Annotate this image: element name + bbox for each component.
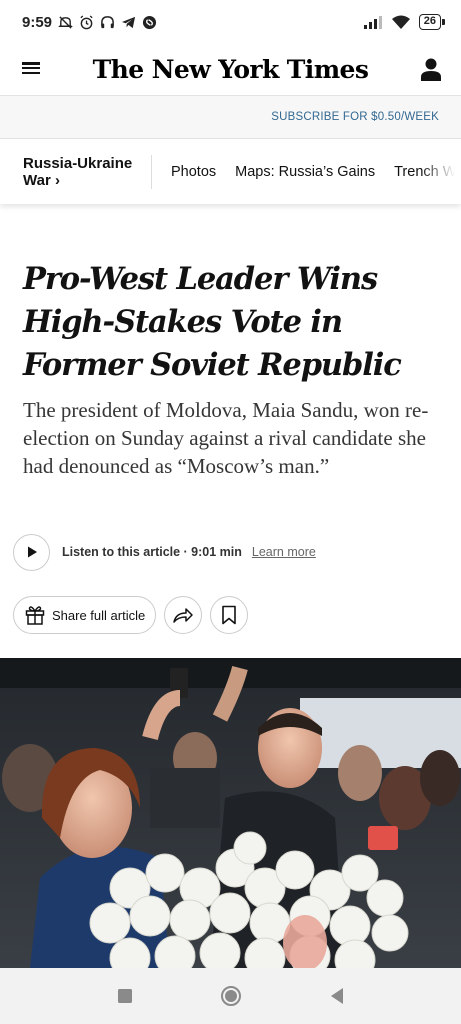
mute-icon — [58, 15, 73, 29]
section-title-line2: War › — [23, 172, 60, 189]
play-icon — [27, 546, 37, 558]
share-arrow-icon — [173, 608, 193, 623]
hamburger-menu-icon[interactable] — [22, 60, 40, 76]
subscribe-link[interactable]: SUBSCRIBE FOR $0.50/WEEK — [271, 111, 439, 123]
wifi-icon — [391, 15, 410, 29]
share-full-article-button[interactable]: Share full article — [13, 596, 157, 634]
article-headline: Pro-West Leader Wins High-Stakes Vote in… — [23, 261, 402, 383]
status-bar: 9:59 26 — [0, 0, 461, 44]
gift-icon — [25, 606, 45, 625]
share-row: Share full article — [13, 596, 249, 634]
nyt-header: The New York Times — [0, 44, 461, 96]
nav-fade — [421, 140, 461, 204]
share-button[interactable] — [164, 596, 203, 634]
listen-label: Listen to this article · 9:01 min — [62, 545, 242, 559]
home-button[interactable] — [219, 984, 243, 1008]
account-icon[interactable] — [419, 56, 443, 82]
back-triangle-icon — [330, 988, 343, 1004]
signal-icon — [363, 16, 382, 29]
play-button[interactable] — [13, 533, 50, 571]
share-label: Share full article — [52, 607, 146, 623]
telegram-icon — [121, 16, 136, 28]
square-icon — [117, 989, 132, 1003]
status-time: 9:59 — [22, 13, 53, 31]
hero-photo — [0, 658, 461, 968]
learn-more-link[interactable]: Learn more — [252, 545, 316, 559]
notification-icons — [58, 14, 157, 30]
back-button[interactable] — [325, 984, 349, 1008]
subscribe-bar: SUBSCRIBE FOR $0.50/WEEK — [0, 96, 461, 139]
system-nav-bar — [0, 968, 461, 1024]
section-title-line1: Russia-Ukraine — [23, 155, 133, 172]
recents-button[interactable] — [113, 984, 137, 1008]
article-summary: The president of Moldova, Maia Sandu, wo… — [23, 398, 429, 478]
circle-icon — [220, 986, 241, 1006]
listen-row: Listen to this article · 9:01 min Learn … — [13, 533, 316, 571]
bookmark-icon — [222, 605, 237, 625]
section-title-link[interactable]: Russia-Ukraine War › — [0, 155, 152, 189]
system-status: 26 — [363, 14, 446, 30]
section-nav: Russia-Ukraine War › Photos Maps: Russia… — [0, 140, 461, 204]
shazam-icon — [142, 15, 157, 29]
nyt-logo[interactable]: The New York Times — [93, 55, 369, 84]
photo-illustration — [0, 658, 461, 968]
bookmark-button[interactable] — [210, 596, 249, 634]
headphones-icon — [101, 15, 114, 28]
alarm-icon — [80, 14, 93, 29]
nav-item-maps[interactable]: Maps: Russia’s Gains — [235, 164, 375, 180]
nav-item-photos[interactable]: Photos — [171, 164, 216, 180]
battery-icon: 26 — [418, 14, 446, 30]
